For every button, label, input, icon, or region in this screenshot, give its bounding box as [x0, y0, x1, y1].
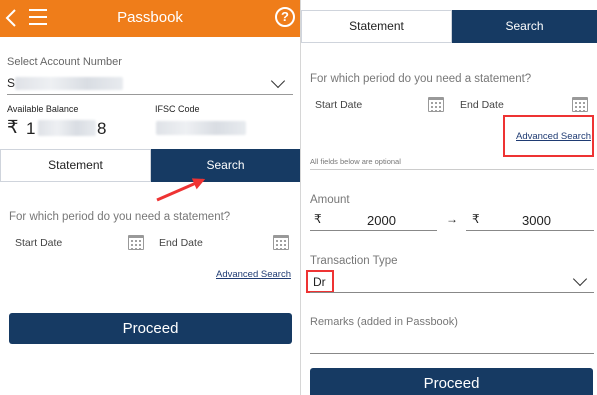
chevron-down-icon[interactable] — [572, 271, 588, 287]
balance-currency: ₹ — [7, 117, 19, 137]
tab-bar: Statement Search — [0, 149, 300, 182]
start-date-field[interactable]: Start Date — [15, 237, 62, 249]
end-date-field[interactable]: End Date — [460, 99, 504, 111]
amount-from-underline — [310, 230, 437, 231]
calendar-icon[interactable] — [273, 235, 289, 250]
arrow-right-icon: → — [446, 212, 458, 226]
select-account-label: Select Account Number — [7, 56, 122, 68]
tab-statement[interactable]: Statement — [0, 149, 151, 182]
transaction-type-label: Transaction Type — [310, 255, 398, 267]
masked-ifsc — [156, 121, 246, 135]
balance-first-digit: 1 — [26, 119, 36, 138]
calendar-icon[interactable] — [572, 97, 588, 112]
remarks-label: Remarks (added in Passbook) — [310, 316, 458, 328]
right-panel: Statement Search For which period do you… — [301, 0, 597, 395]
amount-from-value: 2000 — [367, 213, 396, 228]
masked-account-number — [15, 77, 123, 90]
tab-statement[interactable]: Statement — [301, 10, 452, 43]
transaction-type-underline — [310, 292, 594, 293]
calendar-icon[interactable] — [428, 97, 444, 112]
optional-note: All fields below are optional — [310, 157, 401, 166]
rupee-icon: ₹ — [314, 212, 322, 226]
app-bar: Passbook ? — [0, 0, 300, 37]
remarks-input[interactable] — [310, 353, 594, 354]
account-underline — [7, 94, 293, 95]
advanced-search-link[interactable]: Advanced Search — [516, 131, 591, 142]
amount-to-underline — [466, 230, 594, 231]
amount-label: Amount — [310, 194, 350, 206]
period-question: For which period do you need a statement… — [310, 73, 532, 85]
advanced-search-link[interactable]: Advanced Search — [216, 269, 291, 280]
start-date-field[interactable]: Start Date — [315, 99, 362, 111]
ifsc-label: IFSC Code — [155, 104, 200, 114]
chevron-down-icon[interactable] — [270, 73, 286, 89]
tab-bar: Statement Search — [301, 10, 597, 43]
page-title: Passbook — [117, 9, 183, 26]
rupee-icon: ₹ — [472, 212, 480, 226]
available-balance-label: Available Balance — [7, 104, 79, 114]
section-divider — [310, 169, 594, 170]
tab-search[interactable]: Search — [151, 149, 300, 182]
proceed-button[interactable]: Proceed — [9, 313, 292, 344]
transaction-type-value: Dr — [313, 275, 326, 289]
tab-search[interactable]: Search — [452, 10, 597, 43]
amount-to-value: 3000 — [522, 213, 551, 228]
balance-last-digit: 8 — [97, 119, 107, 138]
account-value-prefix: S — [7, 76, 16, 90]
calendar-icon[interactable] — [128, 235, 144, 250]
end-date-field[interactable]: End Date — [159, 237, 203, 249]
help-icon[interactable]: ? — [275, 7, 295, 27]
masked-balance — [38, 120, 96, 136]
left-panel: Passbook ? Select Account Number S Avail… — [0, 0, 300, 395]
period-question: For which period do you need a statement… — [9, 211, 231, 223]
proceed-button[interactable]: Proceed — [310, 368, 593, 395]
